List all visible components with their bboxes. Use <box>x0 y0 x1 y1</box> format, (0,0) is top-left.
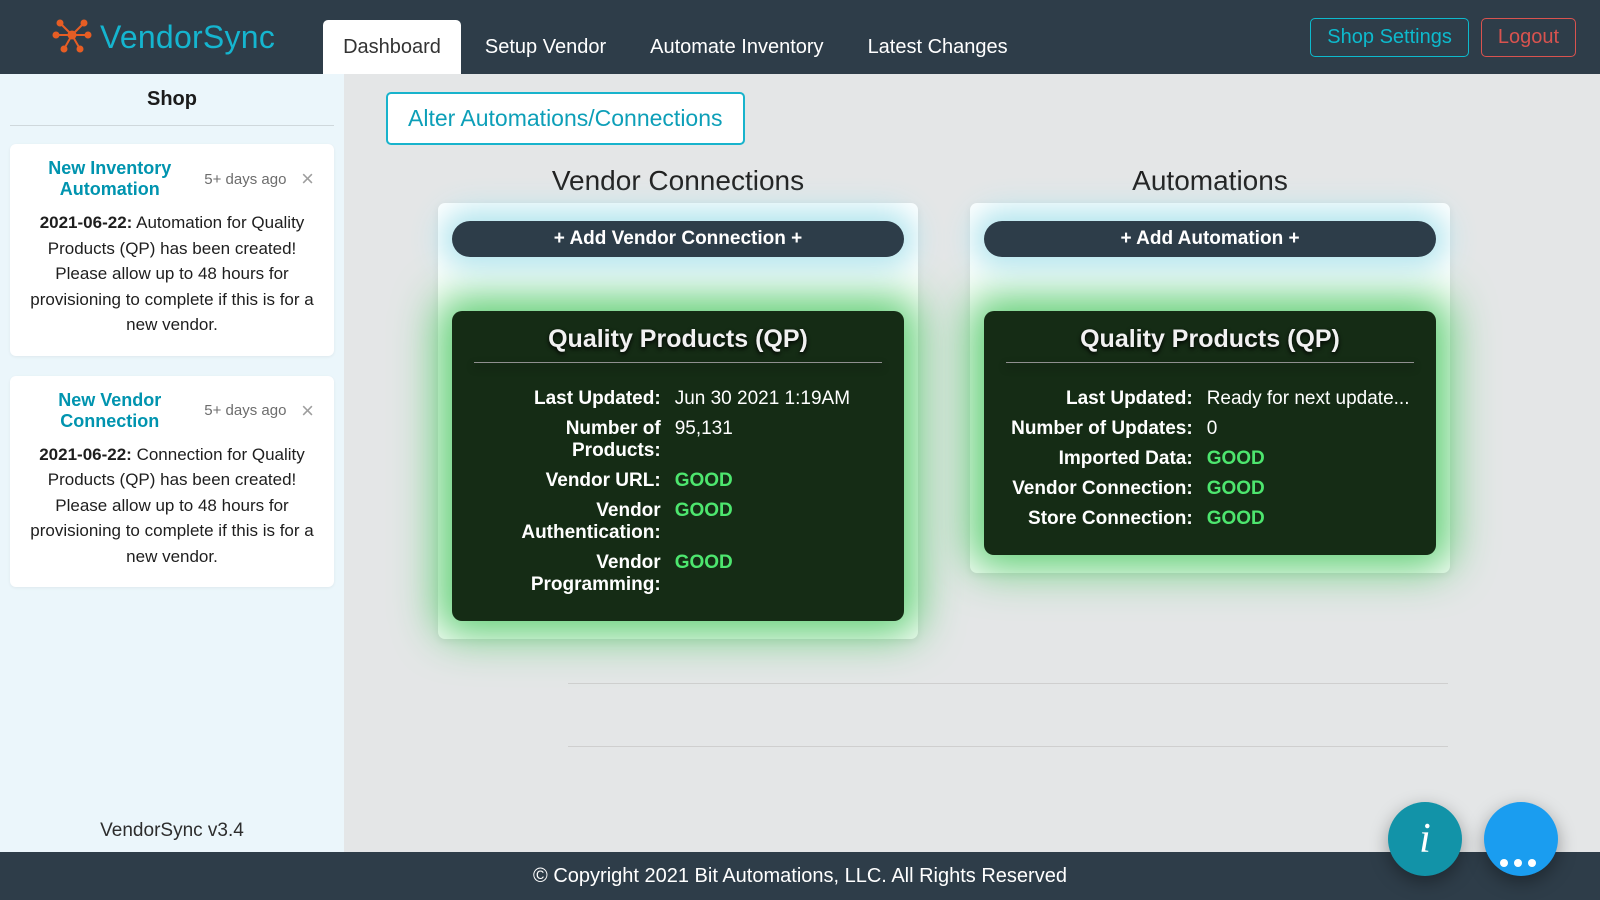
status-badge: GOOD <box>1199 445 1416 473</box>
shop-settings-button[interactable]: Shop Settings <box>1310 18 1469 57</box>
top-nav: VendorSync Dashboard Setup Vendor Automa… <box>0 0 1600 74</box>
sidebar-title: Shop <box>10 88 334 111</box>
status-badge: GOOD <box>1199 505 1416 533</box>
add-vendor-connection-button[interactable]: + Add Vendor Connection + <box>452 221 904 257</box>
chat-fab[interactable] <box>1484 802 1558 876</box>
panel-title: Vendor Connections <box>438 165 918 197</box>
info-icon: i <box>1419 815 1431 863</box>
close-icon[interactable]: × <box>297 400 318 422</box>
add-automation-button[interactable]: + Add Automation + <box>984 221 1436 257</box>
notification-title[interactable]: New Inventory Automation <box>26 158 194 200</box>
content-dividers <box>568 683 1576 747</box>
nav-tabs: Dashboard Setup Vendor Automate Inventor… <box>323 0 1028 74</box>
automations-panel: Automations + Add Automation + Quality P… <box>970 165 1450 639</box>
logout-button[interactable]: Logout <box>1481 18 1576 57</box>
notification-age: 5+ days ago <box>202 402 290 419</box>
tab-automate-inventory[interactable]: Automate Inventory <box>630 20 843 74</box>
automation-details: Last Updated:Ready for next update... Nu… <box>1002 383 1418 535</box>
sidebar-divider <box>10 125 334 126</box>
main-content: Alter Automations/Connections Vendor Con… <box>344 74 1600 852</box>
notification-card: New Vendor Connection 5+ days ago × 2021… <box>10 376 334 588</box>
brand-name: VendorSync <box>100 19 275 56</box>
sidebar: Shop New Inventory Automation 5+ days ag… <box>0 74 344 852</box>
num-products-value: 95,131 <box>667 415 884 465</box>
app-version: VendorSync v3.4 <box>10 820 334 852</box>
tab-dashboard[interactable]: Dashboard <box>323 20 461 74</box>
status-badge: GOOD <box>667 497 884 547</box>
info-fab[interactable]: i <box>1388 802 1462 876</box>
last-updated-value: Ready for next update... <box>1199 385 1416 413</box>
notification-body: 2021-06-22: Automation for Quality Produ… <box>26 210 318 338</box>
automation-card[interactable]: Quality Products (QP) Last Updated:Ready… <box>984 311 1436 555</box>
vendor-connection-card[interactable]: Quality Products (QP) Last Updated:Jun 3… <box>452 311 904 621</box>
last-updated-value: Jun 30 2021 1:19AM <box>667 385 884 413</box>
status-badge: GOOD <box>667 467 884 495</box>
footer: © Copyright 2021 Bit Automations, LLC. A… <box>0 852 1600 900</box>
network-icon <box>52 15 92 60</box>
notification-title[interactable]: New Vendor Connection <box>26 390 194 432</box>
tab-latest-changes[interactable]: Latest Changes <box>848 20 1028 74</box>
notification-age: 5+ days ago <box>202 171 290 188</box>
close-icon[interactable]: × <box>297 168 318 190</box>
panel-title: Automations <box>970 165 1450 197</box>
alter-automations-button[interactable]: Alter Automations/Connections <box>386 92 745 145</box>
num-updates-value: 0 <box>1199 415 1416 443</box>
card-title: Quality Products (QP) <box>470 325 886 358</box>
status-badge: GOOD <box>667 549 884 599</box>
vendor-details: Last Updated:Jun 30 2021 1:19AM Number o… <box>470 383 886 601</box>
chat-icon <box>1500 812 1542 867</box>
notification-body: 2021-06-22: Connection for Quality Produ… <box>26 442 318 570</box>
vendor-connections-panel: Vendor Connections + Add Vendor Connecti… <box>438 165 918 639</box>
card-title: Quality Products (QP) <box>1002 325 1418 358</box>
copyright: © Copyright 2021 Bit Automations, LLC. A… <box>533 865 1067 888</box>
status-badge: GOOD <box>1199 475 1416 503</box>
tab-setup-vendor[interactable]: Setup Vendor <box>465 20 626 74</box>
brand[interactable]: VendorSync <box>52 15 275 60</box>
notification-card: New Inventory Automation 5+ days ago × 2… <box>10 144 334 356</box>
